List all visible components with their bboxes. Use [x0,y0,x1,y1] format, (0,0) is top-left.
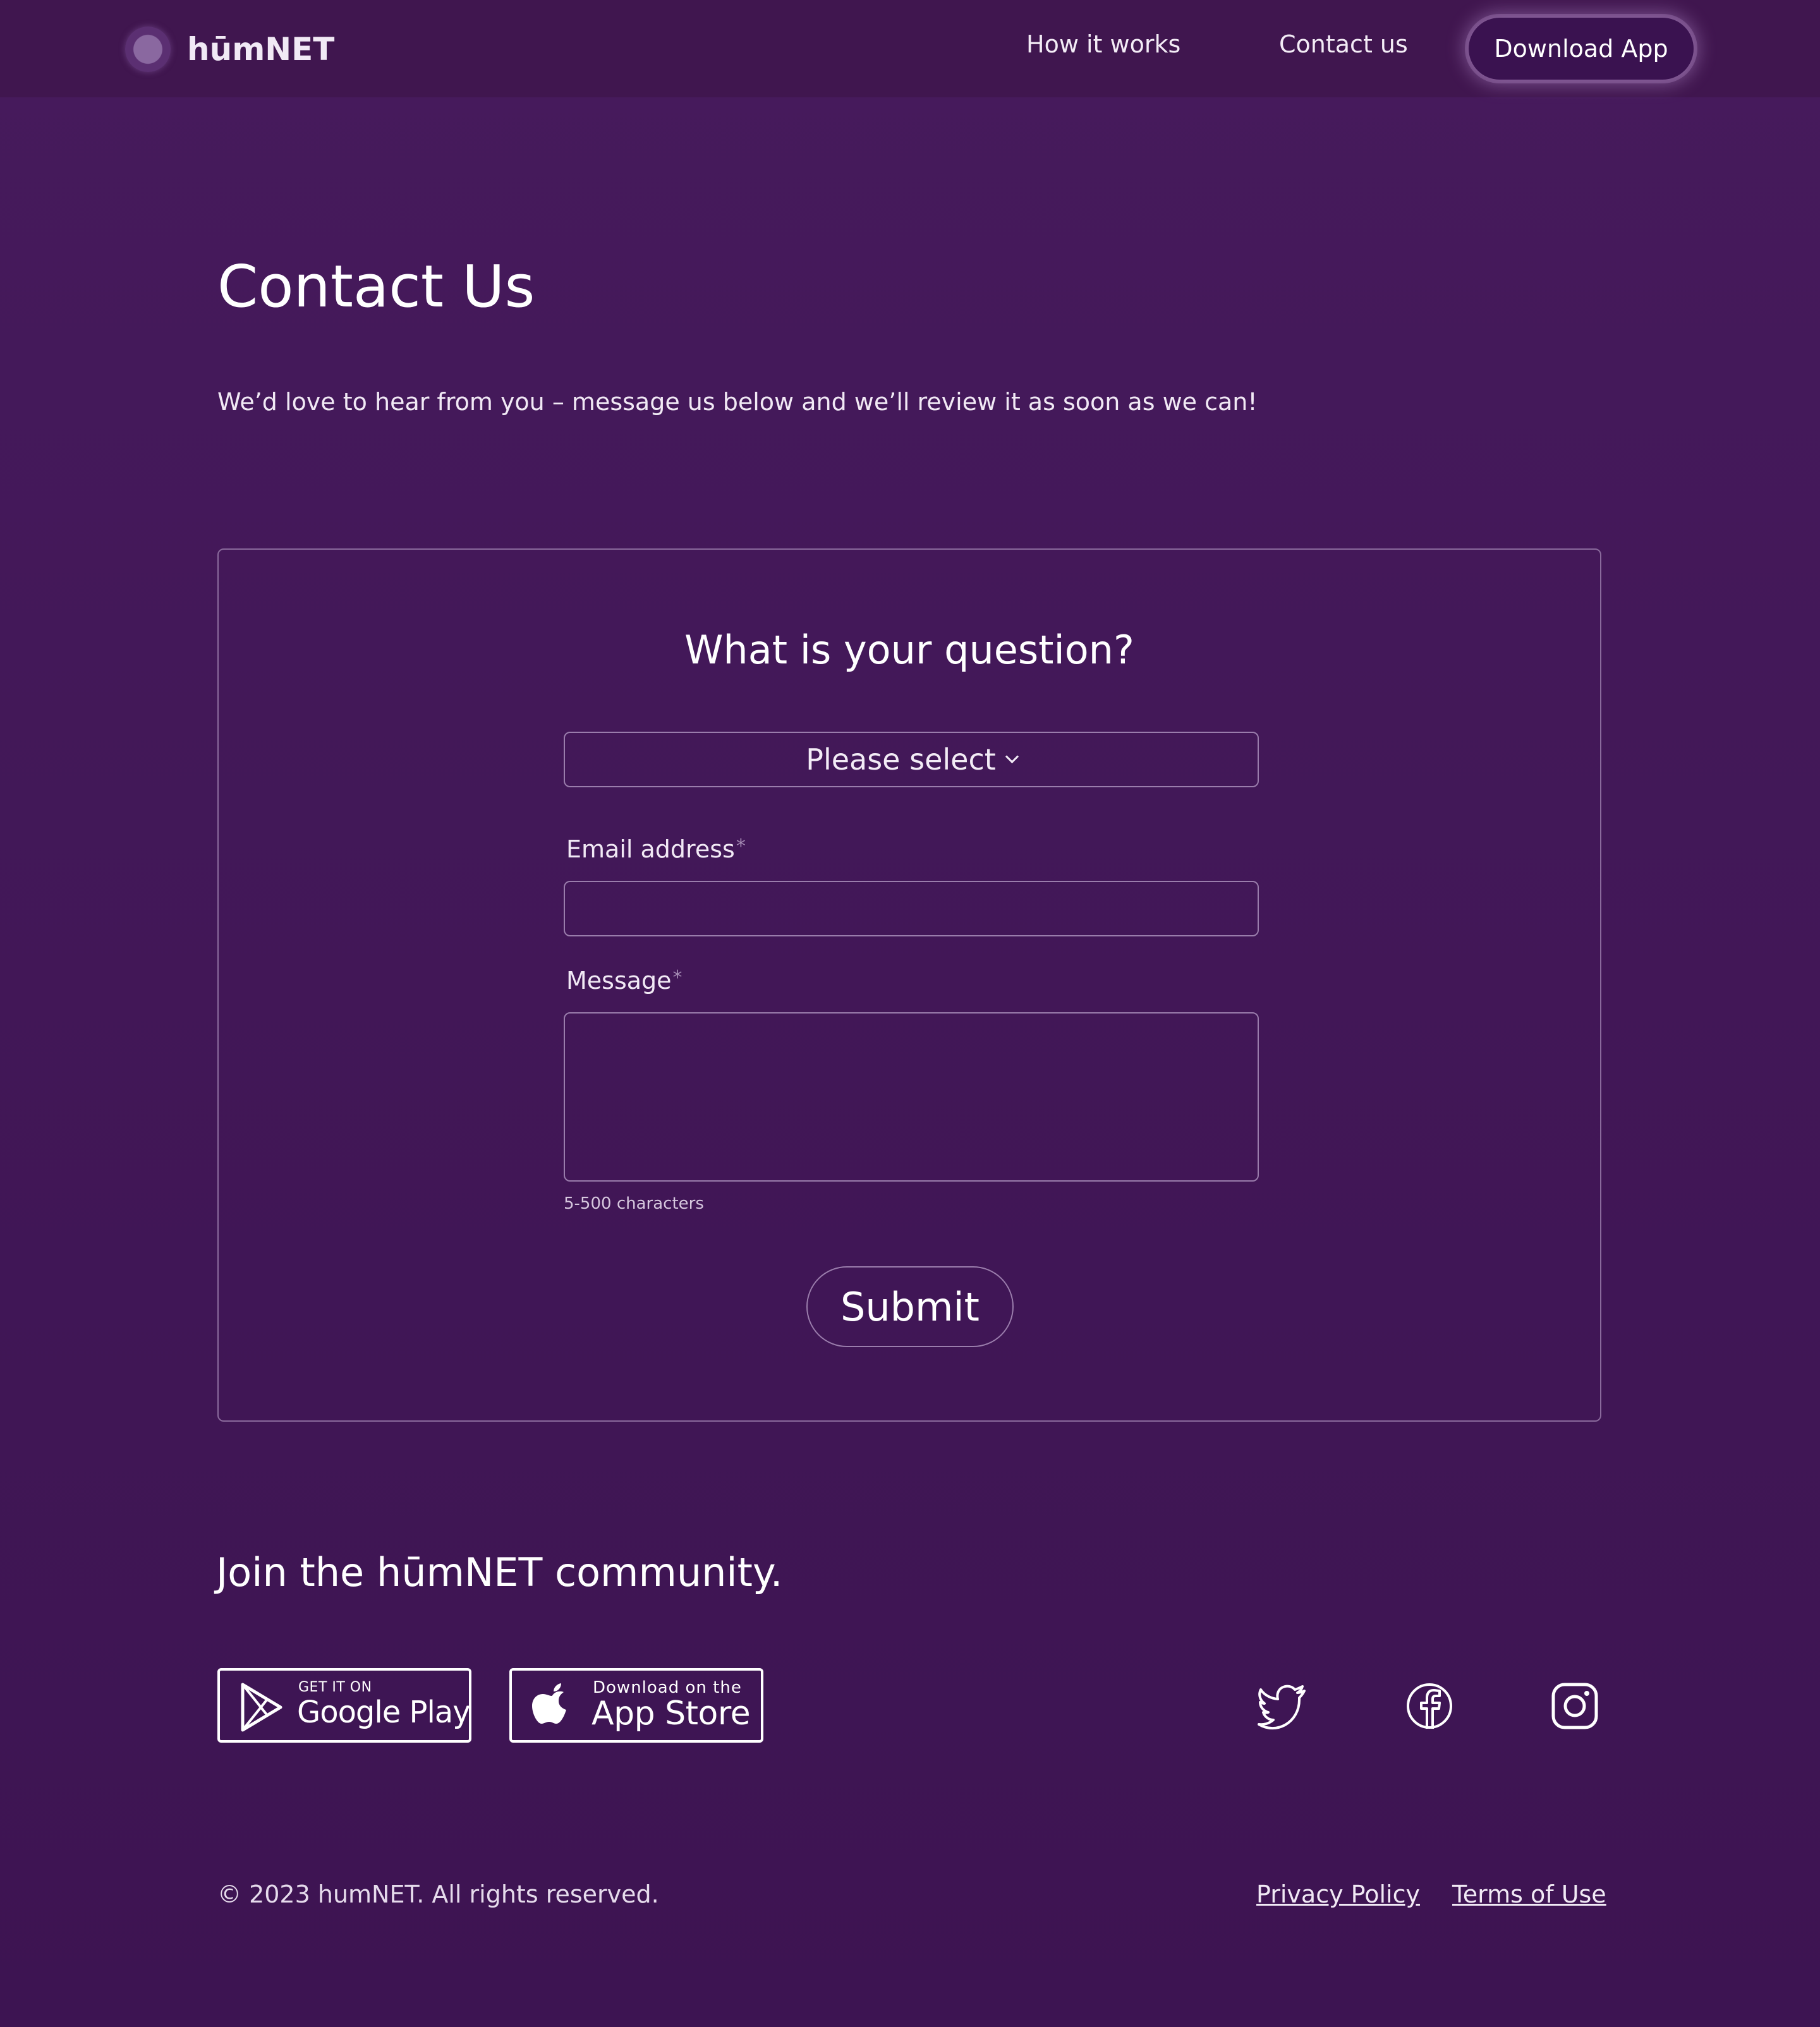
google-play-badge[interactable]: GET IT ON Google Play [217,1668,471,1743]
nav-contact-us[interactable]: Contact us [1279,30,1408,58]
email-field[interactable] [564,881,1259,936]
chevron-down-icon [1005,749,1019,763]
top-navbar: hūmNET How it works Contact us Download … [0,0,1820,97]
google-play-small-text: GET IT ON [298,1679,372,1695]
intro-text: We’d love to hear from you – message us … [217,388,1258,416]
required-asterisk: * [672,967,682,989]
logo-icon [125,27,171,72]
copyright-text: © 2023 humNET. All rights reserved. [217,1880,659,1908]
message-field[interactable] [564,1012,1259,1182]
twitter-icon[interactable] [1258,1681,1308,1731]
google-play-big-text: Google Play [297,1695,471,1730]
app-store-big-text: App Store [592,1695,751,1733]
select-value: Please select [806,742,996,777]
brand-logo[interactable]: hūmNET [125,25,334,73]
instagram-icon[interactable] [1550,1681,1600,1731]
terms-of-use-link[interactable]: Terms of Use [1452,1880,1606,1908]
email-label: Email address* [566,835,746,863]
brand-name: hūmNET [187,31,335,68]
form-heading: What is your question? [684,627,1134,673]
google-play-icon [241,1683,282,1732]
facebook-icon[interactable] [1404,1681,1455,1731]
download-app-button[interactable]: Download App [1469,18,1694,80]
apple-icon [532,1683,566,1724]
required-asterisk: * [736,835,746,857]
privacy-policy-link[interactable]: Privacy Policy [1256,1880,1420,1908]
question-type-select[interactable]: Please select [564,732,1259,787]
message-label-text: Message [566,967,672,995]
page-title: Contact Us [217,253,535,320]
character-limit-hint: 5-500 characters [564,1194,704,1213]
app-store-badge[interactable]: Download on the App Store [509,1668,763,1743]
submit-button[interactable]: Submit [806,1266,1014,1347]
message-label: Message* [566,967,682,995]
community-heading: Join the hūmNET community. [216,1549,783,1595]
contact-form: What is your question? Please select Ema… [217,548,1601,1422]
nav-how-it-works[interactable]: How it works [1026,30,1180,58]
email-label-text: Email address [566,835,735,863]
contact-page: hūmNET How it works Contact us Download … [0,0,1820,2027]
